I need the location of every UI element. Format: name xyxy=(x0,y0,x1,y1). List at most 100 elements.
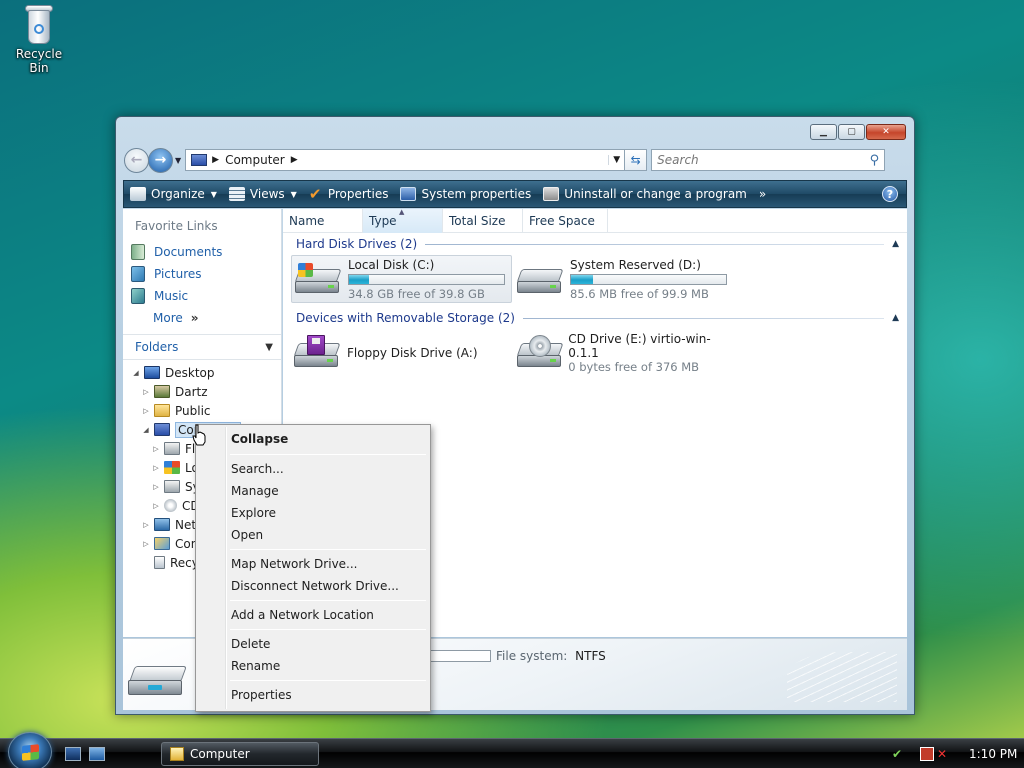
minimize-button[interactable]: ▁ xyxy=(810,124,837,140)
search-icon[interactable]: ⚲ xyxy=(870,153,880,168)
folders-title: Folders xyxy=(135,340,179,354)
menu-separator xyxy=(230,600,426,601)
forward-button[interactable]: → xyxy=(148,147,173,173)
tree-item-desktop[interactable]: ◢ Desktop xyxy=(123,363,281,382)
favorite-documents[interactable]: Documents xyxy=(123,241,281,263)
overflow-chevron-icon: » xyxy=(758,187,767,201)
menu-item-open[interactable]: Open xyxy=(198,524,428,546)
system-properties-label: System properties xyxy=(421,187,532,201)
cd-drive-icon xyxy=(164,499,177,512)
menu-item-delete[interactable]: Delete xyxy=(198,633,428,655)
clock[interactable]: 1:10 PM xyxy=(969,747,1017,761)
taskbar: Computer ✔ ✕ 1:10 PM xyxy=(0,732,1024,768)
switch-windows-icon[interactable] xyxy=(89,747,105,761)
taskbar-button-label: Computer xyxy=(190,747,250,761)
recycle-bin-icon xyxy=(22,2,56,46)
breadcrumb-arrow-icon[interactable]: ▶ xyxy=(212,155,219,165)
show-desktop-icon[interactable] xyxy=(65,747,81,761)
views-button[interactable]: Views ▼ xyxy=(223,181,303,207)
drive-floppy-a[interactable]: Floppy Disk Drive (A:) xyxy=(291,329,512,377)
floppy-icon xyxy=(164,442,180,455)
favorites-more-link[interactable]: More » xyxy=(123,307,281,329)
drive-local-disk-c[interactable]: Local Disk (C:) 34.8 GB free of 39.8 GB xyxy=(291,255,512,303)
drive-name: CD Drive (E:) virtio-win-0.1.1 xyxy=(568,332,711,360)
recycle-bin-icon xyxy=(154,556,165,569)
expand-arrow-icon[interactable]: ▷ xyxy=(141,540,151,548)
close-button[interactable]: ✕ xyxy=(866,124,906,140)
address-bar[interactable]: ▶ Computer ▶ ▼ xyxy=(185,149,626,171)
refresh-button[interactable]: ⇆ xyxy=(625,149,648,171)
collapse-arrow-icon[interactable]: ◢ xyxy=(141,426,151,434)
selected-drive-icon xyxy=(128,648,187,702)
menu-item-collapse[interactable]: Collapse xyxy=(198,427,428,451)
menu-item-disconnect-network-drive[interactable]: Disconnect Network Drive... xyxy=(198,575,428,597)
expand-arrow-icon[interactable]: ▷ xyxy=(141,388,151,396)
maximize-button[interactable]: ▢ xyxy=(838,124,865,140)
computer-icon xyxy=(154,423,170,436)
breadcrumb-computer[interactable]: Computer xyxy=(225,153,285,167)
chevron-up-icon[interactable]: ▲ xyxy=(892,239,899,249)
tree-item-dartz[interactable]: ▷ Dartz xyxy=(123,382,281,401)
help-icon[interactable]: ? xyxy=(882,186,898,202)
cd-drive-icon xyxy=(516,335,564,371)
chevron-down-icon: ▼ xyxy=(210,189,217,199)
hard-disk-list: Local Disk (C:) 34.8 GB free of 39.8 GB … xyxy=(283,255,907,307)
group-header-hard-disks[interactable]: Hard Disk Drives (2) ▲ xyxy=(283,233,907,255)
column-header-name[interactable]: Name xyxy=(283,209,363,233)
collapse-arrow-icon[interactable]: ◢ xyxy=(131,369,141,377)
column-header-free-space[interactable]: Free Space xyxy=(523,209,608,233)
file-system-value: NTFS xyxy=(575,649,606,663)
menu-item-map-network-drive[interactable]: Map Network Drive... xyxy=(198,553,428,575)
network-status-icon[interactable] xyxy=(920,747,934,761)
expand-arrow-icon[interactable]: ▷ xyxy=(151,502,161,510)
back-button[interactable]: ← xyxy=(124,147,149,173)
organize-button[interactable]: Organize ▼ xyxy=(124,181,223,207)
tree-item-public[interactable]: ▷ Public xyxy=(123,401,281,420)
address-dropdown-icon[interactable]: ▼ xyxy=(608,155,624,165)
taskbar-button-computer[interactable]: Computer xyxy=(161,742,319,766)
expand-arrow-icon[interactable]: ▷ xyxy=(141,521,151,529)
uninstall-program-button[interactable]: Uninstall or change a program xyxy=(537,181,753,207)
favorite-label: Music xyxy=(154,289,189,303)
group-title: Hard Disk Drives (2) xyxy=(296,237,418,251)
drive-usage-fill xyxy=(571,274,593,284)
windows-drive-icon xyxy=(294,261,343,297)
favorite-music[interactable]: Music xyxy=(123,285,281,307)
search-input[interactable]: Search ⚲ xyxy=(651,149,886,171)
organize-icon xyxy=(130,187,146,201)
column-header-type[interactable]: ▲ Type xyxy=(363,208,443,233)
removable-device-list: Floppy Disk Drive (A:) CD Drive (E:) vir… xyxy=(283,329,907,381)
menu-item-properties[interactable]: Properties xyxy=(198,684,428,706)
recycle-bin-desktop-icon[interactable]: Recycle Bin xyxy=(6,2,72,75)
menu-item-search[interactable]: Search... xyxy=(198,458,428,480)
menu-item-manage[interactable]: Manage xyxy=(198,480,428,502)
drive-system-reserved-d[interactable]: System Reserved (D:) 85.6 MB free of 99.… xyxy=(514,255,735,303)
expand-arrow-icon[interactable]: ▷ xyxy=(151,445,161,453)
menu-item-explore[interactable]: Explore xyxy=(198,502,428,524)
system-properties-button[interactable]: System properties xyxy=(394,181,537,207)
menu-separator xyxy=(230,549,426,550)
toolbar-overflow-button[interactable]: » xyxy=(753,181,772,207)
breadcrumb-arrow-icon[interactable]: ▶ xyxy=(291,155,298,165)
expand-arrow-icon[interactable]: ▷ xyxy=(141,407,151,415)
volume-muted-icon[interactable]: ✕ xyxy=(937,747,951,761)
group-header-removable[interactable]: Devices with Removable Storage (2) ▲ xyxy=(283,307,907,329)
expand-arrow-icon[interactable]: ▷ xyxy=(151,483,161,491)
menu-item-add-network-location[interactable]: Add a Network Location xyxy=(198,604,428,626)
safely-remove-hardware-icon[interactable]: ✔ xyxy=(892,747,906,761)
menu-item-rename[interactable]: Rename xyxy=(198,655,428,677)
expand-arrow-icon[interactable]: ▷ xyxy=(151,464,161,472)
drive-cd-e[interactable]: CD Drive (E:) virtio-win-0.1.1 0 bytes f… xyxy=(514,329,735,377)
properties-button[interactable]: ✔ Properties xyxy=(303,181,395,207)
recent-pages-dropdown[interactable]: ▼ xyxy=(175,156,181,165)
start-button[interactable] xyxy=(8,732,52,768)
refresh-icon: ⇆ xyxy=(630,153,641,167)
favorite-pictures[interactable]: Pictures xyxy=(123,263,281,285)
folders-header[interactable]: Folders ▼ xyxy=(123,334,281,360)
checkmark-icon: ✔ xyxy=(308,185,322,203)
floppy-drive-icon xyxy=(293,335,342,371)
column-header-total-size[interactable]: Total Size xyxy=(443,209,523,233)
windows-drive-icon xyxy=(164,461,180,474)
chevron-up-icon[interactable]: ▲ xyxy=(892,313,899,323)
hand-cursor-icon xyxy=(192,424,206,446)
